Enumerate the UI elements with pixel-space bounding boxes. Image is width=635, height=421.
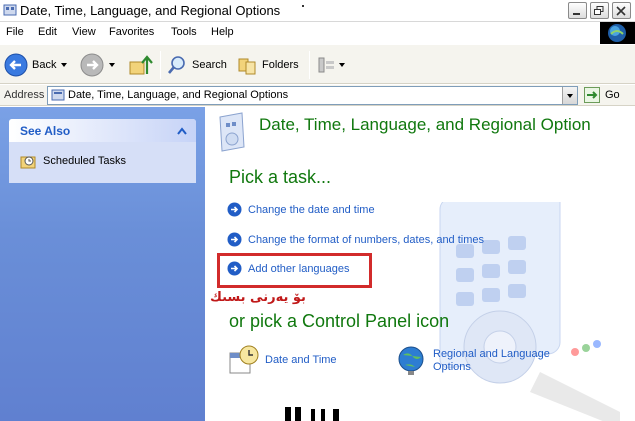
task-label[interactable]: Change the format of numbers, dates, and… xyxy=(248,234,484,246)
task-arrow-icon xyxy=(227,202,242,217)
title-bar: Date, Time, Language, and Regional Optio… xyxy=(0,0,635,22)
go-label: Go xyxy=(605,89,620,101)
close-icon xyxy=(616,6,626,16)
pick-task-heading: Pick a task... xyxy=(229,167,332,187)
task-pane: See Also Scheduled Tasks xyxy=(0,107,205,421)
go-arrow-icon xyxy=(584,87,600,103)
back-dropdown-icon[interactable] xyxy=(61,63,68,67)
see-also-item-label: Scheduled Tasks xyxy=(43,155,126,167)
menu-favorites[interactable]: Favorites xyxy=(109,26,154,38)
cp-icon-label[interactable]: Regional and Language xyxy=(433,348,550,361)
menu-help[interactable]: Help xyxy=(211,26,234,38)
globe-icon xyxy=(398,346,424,375)
control-panel-icon xyxy=(3,3,17,17)
forward-arrow-icon xyxy=(80,53,104,77)
menu-bar: File Edit View Favorites Tools Help xyxy=(0,22,600,43)
back-label: Back xyxy=(32,59,57,71)
menu-file[interactable]: File xyxy=(6,26,24,38)
address-bar: Address Date, Time, Language, and Region… xyxy=(0,85,635,106)
cp-icon-label[interactable]: Options xyxy=(433,361,550,374)
menu-tools[interactable]: Tools xyxy=(171,26,197,38)
toolbar-separator xyxy=(160,51,161,79)
address-page-icon xyxy=(51,89,65,105)
menu-edit[interactable]: Edit xyxy=(38,26,57,38)
chevron-down-icon xyxy=(567,94,573,98)
restore-icon xyxy=(594,6,604,15)
cropped-text-artifact xyxy=(283,403,363,421)
forward-button[interactable] xyxy=(80,52,115,78)
see-also-title: See Also xyxy=(20,124,71,138)
address-value: Date, Time, Language, and Regional Optio… xyxy=(68,89,289,101)
minimize-button[interactable] xyxy=(568,2,587,19)
date-time-category-icon xyxy=(214,111,250,156)
title-artifact xyxy=(302,5,304,7)
close-button[interactable] xyxy=(612,2,631,19)
task-label[interactable]: Change the date and time xyxy=(248,204,375,216)
back-button[interactable]: Back xyxy=(4,52,68,78)
search-button[interactable]: Search xyxy=(166,52,227,78)
up-button[interactable] xyxy=(128,52,154,78)
task-arrow-icon xyxy=(227,232,242,247)
windows-logo xyxy=(600,22,635,45)
main-content: Date, Time, Language, and Regional Optio… xyxy=(205,107,635,421)
toolbar-separator xyxy=(309,51,310,79)
cp-icon-date-time[interactable]: Date and Time xyxy=(227,345,337,377)
cp-icon-regional-language[interactable]: Regional and Language Options xyxy=(397,345,550,377)
calendar-clock-icon xyxy=(229,345,259,374)
address-label: Address xyxy=(4,89,45,101)
handwritten-annotation: بۆ يەرنى بسىك xyxy=(210,290,306,305)
see-also-header[interactable]: See Also xyxy=(9,119,196,142)
task-change-format[interactable]: Change the format of numbers, dates, and… xyxy=(227,232,484,247)
forward-dropdown-icon[interactable] xyxy=(109,63,115,67)
folders-label: Folders xyxy=(262,59,299,71)
search-icon xyxy=(168,56,185,74)
see-also-item-scheduled-tasks[interactable]: Scheduled Tasks xyxy=(20,153,126,169)
see-also-panel: See Also Scheduled Tasks xyxy=(9,119,196,183)
folders-button[interactable]: Folders xyxy=(236,52,299,78)
cp-icon-label-group: Regional and Language Options xyxy=(433,348,550,374)
scheduled-tasks-icon xyxy=(20,156,36,169)
folders-icon xyxy=(238,58,256,75)
pick-icon-heading: or pick a Control Panel icon xyxy=(229,311,450,331)
go-button[interactable]: Go xyxy=(584,87,620,103)
views-button[interactable] xyxy=(316,52,345,78)
views-icon xyxy=(318,57,334,73)
window-title: Date, Time, Language, and Regional Optio… xyxy=(20,3,281,18)
minimize-icon xyxy=(573,13,580,15)
search-label: Search xyxy=(192,59,227,71)
address-input[interactable]: Date, Time, Language, and Regional Optio… xyxy=(47,86,578,105)
back-arrow-icon xyxy=(4,53,28,77)
cp-icon-label[interactable]: Date and Time xyxy=(265,354,337,367)
toolbar: Back Search Folders xyxy=(0,44,635,84)
chevron-up-icon[interactable] xyxy=(177,126,187,138)
menu-view[interactable]: View xyxy=(72,26,96,38)
address-dropdown-button[interactable] xyxy=(562,87,577,104)
up-folder-icon xyxy=(129,55,153,75)
views-dropdown-icon[interactable] xyxy=(339,63,345,67)
highlight-annotation-box xyxy=(217,253,372,288)
page-title: Date, Time, Language, and Regional Optio… xyxy=(259,115,591,134)
task-change-date-time[interactable]: Change the date and time xyxy=(227,202,375,217)
restore-button[interactable] xyxy=(590,2,609,19)
